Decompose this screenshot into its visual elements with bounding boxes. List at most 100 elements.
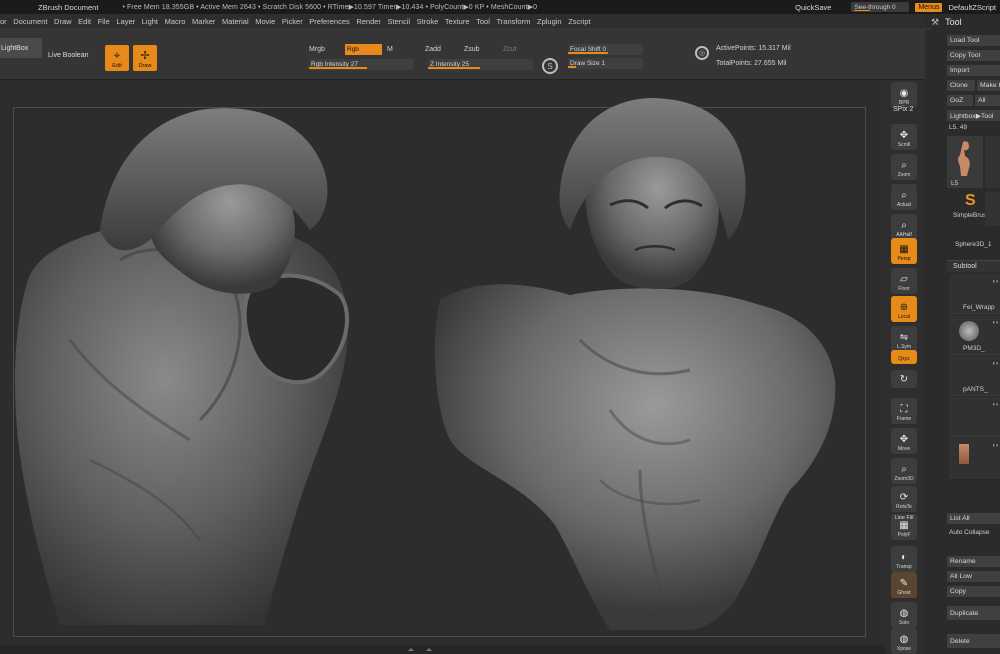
mrgb-button[interactable]: Mrgb xyxy=(309,46,325,53)
menu-picker[interactable]: Picker xyxy=(282,17,303,26)
local-button[interactable]: ⊛ Local xyxy=(891,296,917,322)
live-boolean-button[interactable]: Live Boolean xyxy=(48,52,88,59)
rgb-button[interactable]: Rgb xyxy=(345,44,382,55)
list-all-button[interactable]: List All xyxy=(947,513,1000,524)
draw-size-slider[interactable]: Draw Size 1 xyxy=(568,58,643,69)
copy-tool-button[interactable]: Copy Tool xyxy=(947,50,1000,61)
subtool-row[interactable]: ◖◗ Fei_Wrapp xyxy=(949,274,1000,314)
duplicate-button[interactable]: Duplicate xyxy=(947,606,1000,620)
menu-stroke[interactable]: Stroke xyxy=(417,17,439,26)
tool-thumbnail-tertiary[interactable] xyxy=(985,192,1000,226)
xpose-icon: ◍ xyxy=(899,634,909,645)
move-button[interactable]: ✥ Move xyxy=(891,428,917,454)
menu-texture[interactable]: Texture xyxy=(445,17,470,26)
aahalf-button[interactable]: ⌕ AAHalf xyxy=(891,214,917,240)
visibility-eye-icon[interactable]: ◖◗ xyxy=(992,443,999,449)
menu-preferences[interactable]: Preferences xyxy=(309,17,349,26)
stroke-symbol-icon[interactable]: S xyxy=(542,58,558,74)
visibility-eye-icon[interactable]: ◖◗ xyxy=(992,361,999,367)
zadd-button[interactable]: Zadd xyxy=(425,46,441,53)
menu-item[interactable]: or xyxy=(0,17,7,26)
menu-draw[interactable]: Draw xyxy=(54,17,72,26)
viewport-canvas[interactable] xyxy=(0,80,885,646)
load-tool-button[interactable]: Load Tool xyxy=(947,35,1000,46)
xyz-button[interactable]: Qxyz xyxy=(891,350,917,364)
menu-document[interactable]: Document xyxy=(13,17,47,26)
visibility-eye-icon[interactable]: ◖◗ xyxy=(992,320,999,326)
actual-button[interactable]: ⌕ Actual xyxy=(891,184,917,210)
zcut-button[interactable]: Zcut xyxy=(503,46,517,53)
bpr-button[interactable]: ◉ BPR xyxy=(891,82,917,108)
current-tool-thumbnail[interactable]: L5 xyxy=(947,136,983,188)
visibility-eye-icon[interactable]: ◖◗ xyxy=(992,402,999,408)
goz-button[interactable]: GoZ xyxy=(947,95,973,106)
subtool-row[interactable]: ◖◗ pANTS_ xyxy=(949,356,1000,396)
import-button[interactable]: Import xyxy=(947,65,1000,76)
edit-mode-button[interactable]: ⌖ Edit xyxy=(105,45,129,71)
visibility-eye-icon[interactable]: ◖◗ xyxy=(992,279,999,285)
subtool-row[interactable]: ◖◗ xyxy=(949,438,1000,478)
z-intensity-slider[interactable]: Z Intensity 25 xyxy=(428,59,533,70)
frame-button[interactable]: ⛶ Frame xyxy=(891,398,917,424)
m-button[interactable]: M xyxy=(387,46,393,53)
menu-transform[interactable]: Transform xyxy=(496,17,530,26)
clone-button[interactable]: Clone xyxy=(947,80,975,91)
spix-slider[interactable]: SPix 2 xyxy=(893,106,913,113)
subtool-row[interactable]: ◖◗ PM3D_ xyxy=(949,315,1000,355)
menu-zplugin[interactable]: Zplugin xyxy=(537,17,562,26)
draw-mode-button[interactable]: ✢ Draw xyxy=(133,45,157,71)
menu-stencil[interactable]: Stencil xyxy=(388,17,411,26)
see-through-slider[interactable]: See-through 0 xyxy=(851,2,910,12)
focal-shift-slider[interactable]: Focal Shift 0 xyxy=(568,44,643,55)
sphere3d-tool-label[interactable]: Sphere3D_1 xyxy=(955,241,992,248)
default-zscript-button[interactable]: DefaultZScript xyxy=(948,3,996,12)
rename-button[interactable]: Rename xyxy=(947,556,1000,567)
persp-button[interactable]: ▦ Persp xyxy=(891,238,917,264)
floor-button[interactable]: ▱ Floor xyxy=(891,268,917,294)
menu-layer[interactable]: Layer xyxy=(116,17,135,26)
lsym-button[interactable]: ⇋ L.Sym xyxy=(891,326,917,352)
all-low-button[interactable]: All Low xyxy=(947,571,1000,582)
menu-edit[interactable]: Edit xyxy=(78,17,91,26)
zoom3d-button[interactable]: ⌕ Zoom3D xyxy=(891,458,917,484)
tool-thumbnail-secondary[interactable] xyxy=(985,136,1000,188)
polyf-button[interactable]: Line Fill ▦ PolyF xyxy=(891,514,917,540)
tool-panel-title: Tool xyxy=(945,17,962,27)
subtool-row[interactable]: ◖◗ xyxy=(949,397,1000,437)
menu-light[interactable]: Light xyxy=(142,17,158,26)
ghost-button[interactable]: ✎ Ghost xyxy=(891,572,917,598)
xpose-button[interactable]: ◍ Xpose xyxy=(891,628,917,654)
menu-file[interactable]: File xyxy=(98,17,110,26)
menus-toggle[interactable]: Menus xyxy=(915,2,943,12)
menu-marker[interactable]: Marker xyxy=(192,17,215,26)
menu-zscript[interactable]: Zscript xyxy=(568,17,591,26)
quicksave-button[interactable]: QuickSave xyxy=(795,3,831,12)
menu-material[interactable]: Material xyxy=(222,17,249,26)
menu-macro[interactable]: Macro xyxy=(165,17,186,26)
menu-tool[interactable]: Tool xyxy=(476,17,490,26)
zsub-button[interactable]: Zsub xyxy=(464,46,480,53)
rotate-button[interactable]: ⟳ RotaTe xyxy=(891,486,917,512)
back-bust-model xyxy=(15,108,350,625)
collapse-arrows-icon[interactable] xyxy=(390,647,450,652)
transp-button[interactable]: ◐ Transp xyxy=(891,546,917,572)
solo-button[interactable]: ◍ Solo xyxy=(891,602,917,628)
zoom-button[interactable]: ⌕ Zoom xyxy=(891,154,917,180)
tool-panel-header[interactable]: ⚒ Tool xyxy=(925,14,1000,30)
rotate-axis-button[interactable]: ↻ xyxy=(891,370,917,388)
auto-collapse-toggle[interactable]: Auto Collapse xyxy=(949,529,989,536)
rgb-intensity-slider[interactable]: Rgb Intensity 27 xyxy=(309,59,414,70)
make-polymesh-button[interactable]: Make I xyxy=(977,80,1000,91)
dynamic-brush-icon[interactable]: ◎ xyxy=(695,46,709,60)
menu-render[interactable]: Render xyxy=(356,17,381,26)
copy-subtool-button[interactable]: Copy xyxy=(947,586,1000,597)
scroll-button[interactable]: ✥ Scroll xyxy=(891,124,917,150)
ls-slider[interactable]: L5. 49 xyxy=(949,124,967,131)
move-icon: ✥ xyxy=(899,434,909,445)
lightbox-button[interactable]: LightBox xyxy=(0,38,42,58)
delete-button[interactable]: Delete xyxy=(947,634,1000,648)
goz-all-button[interactable]: All xyxy=(975,95,1000,106)
subtool-section-header[interactable]: Subtool xyxy=(947,260,1000,272)
lightbox-tools-button[interactable]: Lightbox▶Tool xyxy=(947,110,1000,121)
menu-movie[interactable]: Movie xyxy=(255,17,275,26)
